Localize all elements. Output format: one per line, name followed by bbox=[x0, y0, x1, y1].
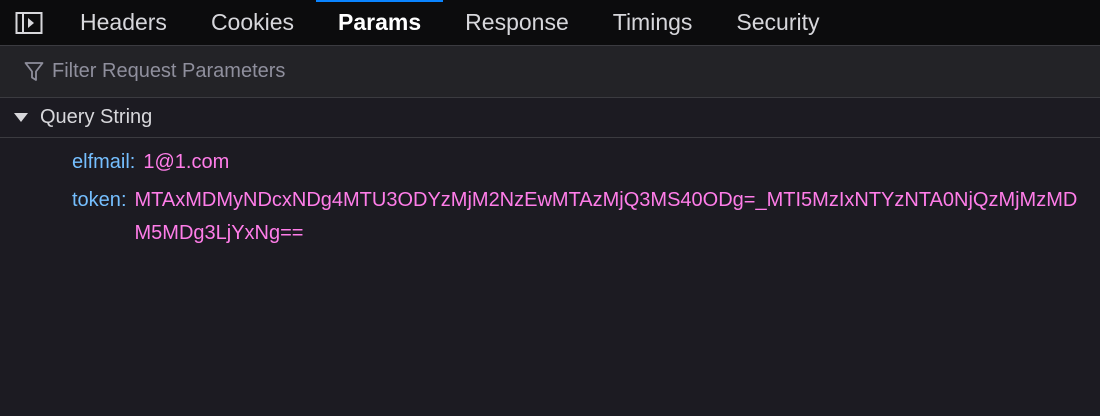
tab-headers[interactable]: Headers bbox=[58, 0, 189, 45]
param-separator: : bbox=[129, 151, 136, 173]
filter-params-input[interactable] bbox=[52, 60, 952, 83]
toggle-sidebar-button[interactable] bbox=[0, 0, 58, 45]
tab-response[interactable]: Response bbox=[443, 0, 591, 45]
params-list: elfmail: 1@1.com token: MTAxMDMyNDcxNDg4… bbox=[0, 138, 1100, 250]
param-row[interactable]: token: MTAxMDMyNDcxNDg4MTU3ODYzMjM2NzEwM… bbox=[0, 184, 1100, 250]
sidebar-toggle-icon bbox=[15, 11, 43, 34]
param-separator: : bbox=[120, 189, 127, 211]
tab-bar: Headers Cookies Params Response Timings … bbox=[0, 0, 1100, 46]
param-row[interactable]: elfmail: 1@1.com bbox=[0, 146, 1100, 179]
tab-params[interactable]: Params bbox=[316, 0, 444, 45]
triangle-down-icon bbox=[14, 113, 28, 122]
param-value[interactable]: 1@1.com bbox=[143, 146, 1093, 179]
filter-bar bbox=[0, 46, 1100, 98]
tab-cookies[interactable]: Cookies bbox=[189, 0, 316, 45]
param-value[interactable]: MTAxMDMyNDcxNDg4MTU3ODYzMjM2NzEwMTAzMjQ3… bbox=[135, 184, 1085, 250]
param-key: elfmail bbox=[72, 151, 130, 173]
query-string-section-header[interactable]: Query String bbox=[0, 98, 1100, 138]
filter-funnel-icon bbox=[24, 61, 44, 81]
tab-timings[interactable]: Timings bbox=[591, 0, 715, 45]
tab-security[interactable]: Security bbox=[714, 0, 841, 45]
section-title: Query String bbox=[40, 106, 153, 128]
param-key: token bbox=[72, 189, 121, 211]
